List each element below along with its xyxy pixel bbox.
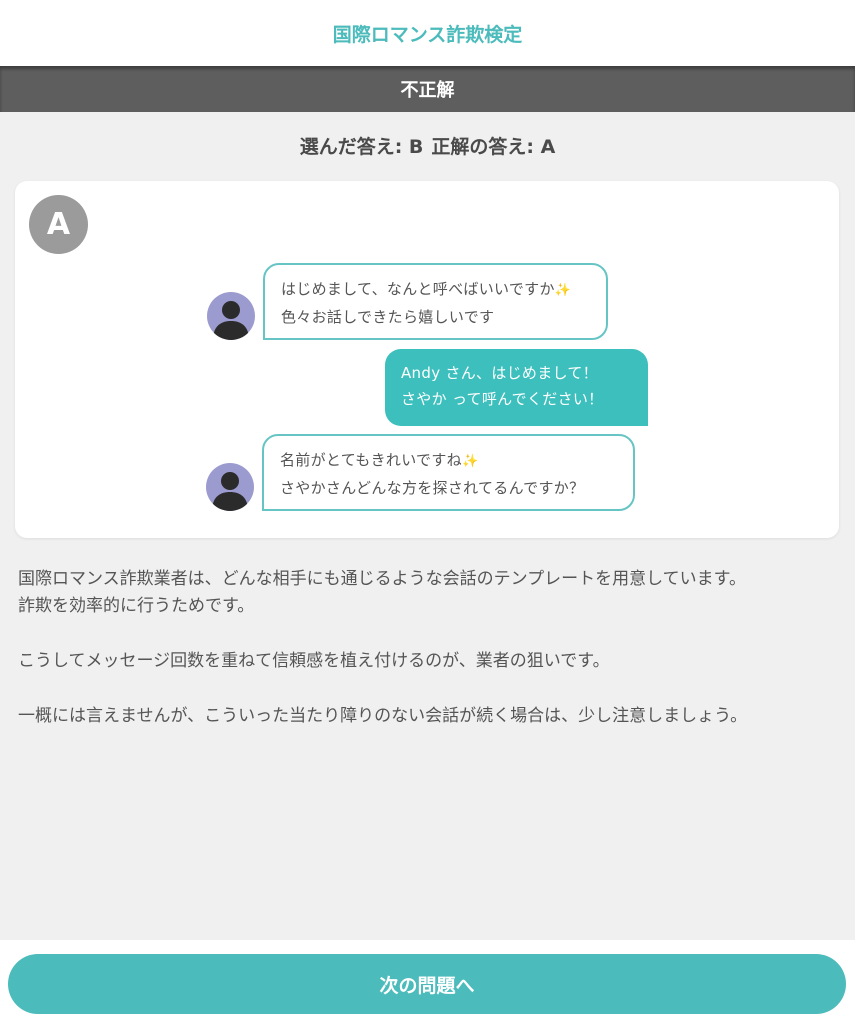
message-text: 色々お話しできたら嬉しいです: [281, 308, 495, 326]
footer: 次の問題へ: [0, 940, 855, 1021]
explanation-line: 国際ロマンス詐欺業者は、どんな相手にも通じるような会話のテンプレートを用意してい…: [18, 569, 746, 589]
choice-letter: A: [46, 207, 71, 242]
explanation-text: 国際ロマンス詐欺業者は、どんな相手にも通じるような会話のテンプレートを用意してい…: [18, 566, 838, 758]
message-text: 名前がとてもきれいですね: [280, 451, 462, 469]
message-text: さやかさんどんな方を探されてるんですか？: [280, 479, 585, 497]
message-text: はじめまして、なんと呼べばいいですか: [281, 280, 555, 298]
explanation-paragraph: 国際ロマンス詐欺業者は、どんな相手にも通じるような会話のテンプレートを用意してい…: [18, 566, 838, 620]
user-avatar-icon: [207, 292, 255, 340]
result-label: 不正解: [400, 80, 455, 101]
selected-answer: 選んだ答え: B: [299, 135, 424, 158]
message-text: Andy さん、はじめまして！: [401, 364, 598, 382]
chat-bubble-received: はじめまして、なんと呼べばいいですか✨ 色々お話しできたら嬉しいです: [263, 263, 608, 340]
result-banner: 不正解: [0, 66, 855, 112]
explanation-paragraph: 一概には言えませんが、こういった当たり障りのない会話が続く場合は、少し注意しまし…: [18, 706, 748, 726]
sparkle-icon: ✨: [461, 454, 479, 469]
explanation-line: 詐欺を効率的に行うためです。: [18, 596, 255, 616]
chat-bubble-received: 名前がとてもきれいですね✨ さやかさんどんな方を探されてるんですか？: [262, 434, 635, 511]
message-text: さやか って呼んでください！: [401, 390, 604, 408]
explanation-paragraph: こうしてメッセージ回数を重ねて信頼感を植え付けるのが、業者の狙いです。: [18, 651, 610, 671]
answer-summary: 選んだ答え: B 正解の答え: A: [0, 112, 855, 178]
choice-card: A はじめまして、なんと呼べばいいですか✨ 色々お話しできたら嬉しいです And…: [15, 181, 839, 538]
app-title: 国際ロマンス詐欺検定: [332, 23, 523, 46]
app-header: 国際ロマンス詐欺検定: [0, 0, 855, 66]
choice-badge: A: [29, 195, 88, 254]
sparkle-icon: ✨: [554, 283, 572, 298]
user-avatar-icon: [206, 463, 254, 511]
chat-bubble-sent: Andy さん、はじめまして！ さやか って呼んでください！: [385, 349, 648, 426]
next-question-button[interactable]: 次の問題へ: [8, 954, 846, 1014]
correct-answer: 正解の答え: A: [431, 135, 556, 158]
